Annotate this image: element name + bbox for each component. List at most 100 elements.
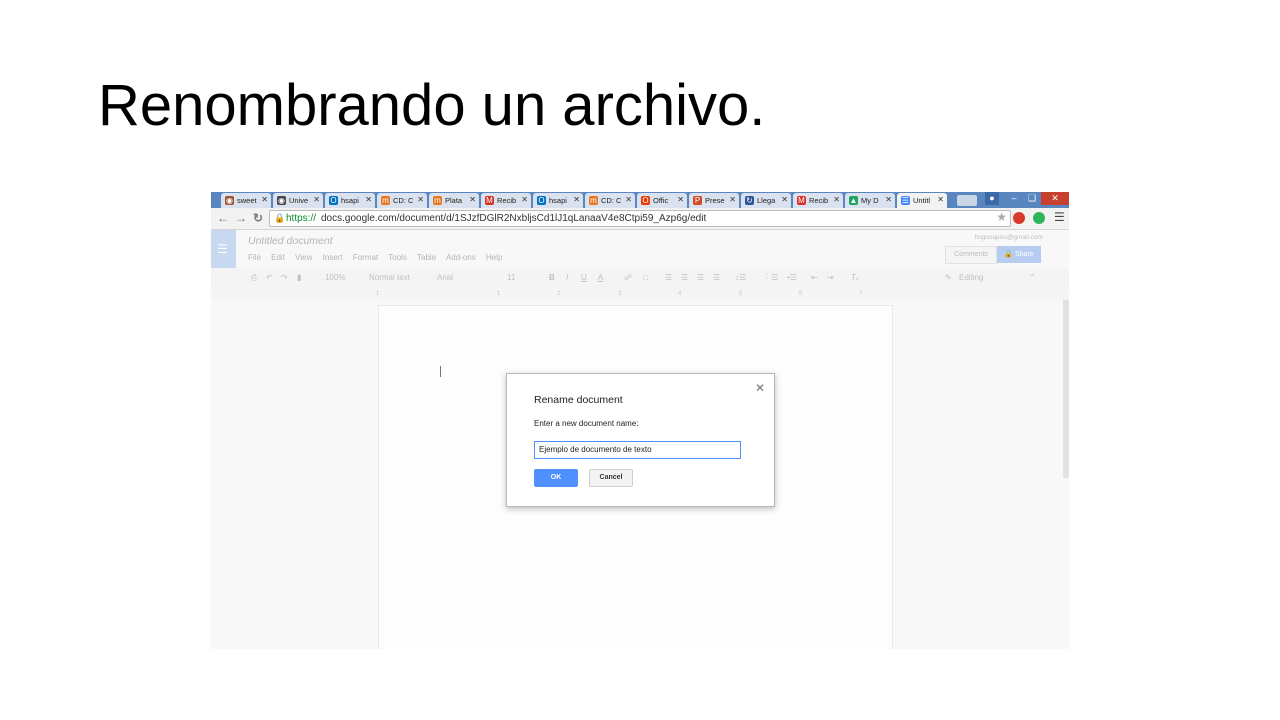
tab-close-icon[interactable]: ✕ (313, 195, 320, 204)
extension-green-icon[interactable] (1033, 212, 1045, 224)
zoom-select[interactable]: 100% (325, 273, 345, 282)
menu-tools[interactable]: Tools (388, 253, 407, 262)
ruler-number: 2 (557, 291, 561, 297)
font-select[interactable]: Arial (437, 273, 453, 282)
browser-tab[interactable]: P Prese ✕ (689, 193, 739, 208)
browser-tab[interactable]: ↻ Llega ✕ (741, 193, 791, 208)
minimize-button[interactable]: – (1005, 192, 1023, 205)
comments-button[interactable]: Comments (945, 246, 997, 264)
tab-close-icon[interactable]: ✕ (781, 195, 788, 204)
tab-close-icon[interactable]: ✕ (573, 195, 580, 204)
browser-tab[interactable]: Ohsapi ✕ (325, 193, 375, 208)
numbered-list-icon[interactable]: ⋮☰ (763, 273, 778, 282)
browser-tab[interactable]: Ohsapi ✕ (533, 193, 583, 208)
browser-tab[interactable]: M Recib ✕ (793, 193, 843, 208)
comment-icon[interactable]: □ (643, 273, 648, 282)
bulleted-list-icon[interactable]: •☰ (787, 273, 797, 282)
browser-tab[interactable]: ▲ My D ✕ (845, 193, 895, 208)
browser-tab[interactable]: m CD: C ✕ (377, 193, 427, 208)
redo-icon[interactable]: ↷ (281, 273, 288, 282)
style-select[interactable]: Normal text (369, 273, 410, 282)
formatting-toolbar: ⎙ ↶ ↷ ▮ 100% Normal text Arial 11 B I U … (211, 268, 1069, 291)
browser-tab[interactable]: ☰ Untitl ✕ (897, 193, 947, 208)
menu-table[interactable]: Table (417, 253, 436, 262)
browser-tab[interactable]: M Recib ✕ (481, 193, 531, 208)
ruler-number: 1 (497, 291, 501, 297)
tab-close-icon[interactable]: ✕ (885, 195, 892, 204)
user-icon[interactable]: ● (985, 192, 999, 205)
italic-icon[interactable]: I (566, 273, 568, 282)
menu-insert[interactable]: Insert (323, 253, 343, 262)
decrease-indent-icon[interactable]: ⇤ (811, 273, 818, 282)
close-icon[interactable]: ✕ (755, 381, 765, 395)
tab-close-icon[interactable]: ✕ (261, 195, 268, 204)
tab-close-icon[interactable]: ✕ (833, 195, 840, 204)
justify-icon[interactable]: ☰ (713, 273, 720, 282)
browser-screenshot: ◉ sweet ✕ ◉ Unive ✕ Ohsapi ✕ m CD: C ✕ m Plata ✕ M Reci… (211, 192, 1069, 649)
extension-red-icon[interactable] (1013, 212, 1025, 224)
moodle-icon: m (433, 196, 442, 205)
align-left-icon[interactable]: ☰ (665, 273, 672, 282)
lock-icon: 🔒 (274, 213, 286, 223)
ok-button[interactable]: OK (534, 469, 578, 487)
menu-view[interactable]: View (295, 253, 312, 262)
moodle-icon: m (381, 196, 390, 205)
editing-mode-select[interactable]: Editing (959, 273, 983, 282)
tab-label: sweet (237, 196, 257, 205)
slide-title: Renombrando un archivo. (98, 73, 766, 138)
browser-tab[interactable]: m Plata ✕ (429, 193, 479, 208)
tab-close-icon[interactable]: ✕ (937, 195, 944, 204)
browser-tab[interactable]: m CD: C ✕ (585, 193, 635, 208)
docs-home-icon[interactable]: ☰ (211, 230, 236, 268)
clear-formatting-icon[interactable]: Tₓ (851, 273, 859, 282)
tab-label: CD: C (601, 196, 622, 205)
menu-help[interactable]: Help (486, 253, 502, 262)
tab-close-icon[interactable]: ✕ (469, 195, 476, 204)
collapse-icon[interactable]: ⌃ (1029, 273, 1036, 282)
forward-icon[interactable]: → (235, 211, 247, 225)
back-icon[interactable]: ← (217, 211, 229, 225)
link-icon[interactable]: ☍ (624, 273, 632, 282)
paint-format-icon[interactable]: ▮ (297, 273, 301, 282)
document-title[interactable]: Untitled document (248, 235, 333, 247)
tab-close-icon[interactable]: ✕ (365, 195, 372, 204)
menu-format[interactable]: Format (353, 253, 378, 262)
browser-tab[interactable]: O Offic ✕ (637, 193, 687, 208)
docs-header: ☰ Untitled document File Edit View Inser… (211, 230, 1069, 268)
tab-label: Untitl (913, 196, 931, 205)
chrome-menu-icon[interactable]: ☰ (1054, 210, 1065, 224)
font-size-select[interactable]: 11 (507, 273, 515, 282)
line-spacing-icon[interactable]: ↕☰ (735, 273, 746, 282)
url-input[interactable]: 🔒 https:// docs.google.com/document/d/1S… (269, 210, 1011, 227)
menu-addons[interactable]: Add-ons (446, 253, 476, 262)
bookmark-star-icon[interactable]: ★ (996, 210, 1007, 225)
print-icon[interactable]: ⎙ (251, 273, 257, 283)
tab-close-icon[interactable]: ✕ (521, 195, 528, 204)
cancel-button[interactable]: Cancel (589, 469, 633, 487)
tab-close-icon[interactable]: ✕ (417, 195, 424, 204)
browser-tab[interactable]: ◉ sweet ✕ (221, 193, 271, 208)
reload-icon[interactable]: ↻ (253, 211, 263, 225)
window-close-button[interactable]: ✕ (1041, 192, 1069, 205)
align-center-icon[interactable]: ☰ (681, 273, 688, 282)
share-button[interactable]: 🔒 Share (997, 246, 1041, 263)
restore-button[interactable]: ❑ (1023, 192, 1041, 205)
tab-close-icon[interactable]: ✕ (729, 195, 736, 204)
undo-icon[interactable]: ↶ (266, 273, 273, 282)
text-color-icon[interactable]: A (598, 273, 603, 282)
bold-icon[interactable]: B (549, 273, 555, 282)
align-right-icon[interactable]: ☰ (697, 273, 704, 282)
account-email[interactable]: hugosapier@gmail.com (975, 234, 1043, 241)
underline-icon[interactable]: U (581, 273, 587, 282)
increase-indent-icon[interactable]: ⇥ (827, 273, 834, 282)
tab-bar: ◉ sweet ✕ ◉ Unive ✕ Ohsapi ✕ m CD: C ✕ m Plata ✕ M Reci… (211, 192, 1069, 208)
tab-close-icon[interactable]: ✕ (677, 195, 684, 204)
menu-file[interactable]: File (248, 253, 261, 262)
document-name-input[interactable]: Ejemplo de documento de texto (534, 441, 741, 459)
menu-edit[interactable]: Edit (271, 253, 285, 262)
new-tab-button[interactable] (957, 195, 977, 206)
scrollbar[interactable] (1063, 300, 1069, 478)
browser-tab[interactable]: ◉ Unive ✕ (273, 193, 323, 208)
tab-close-icon[interactable]: ✕ (625, 195, 632, 204)
dialog-title: Rename document (534, 394, 623, 406)
